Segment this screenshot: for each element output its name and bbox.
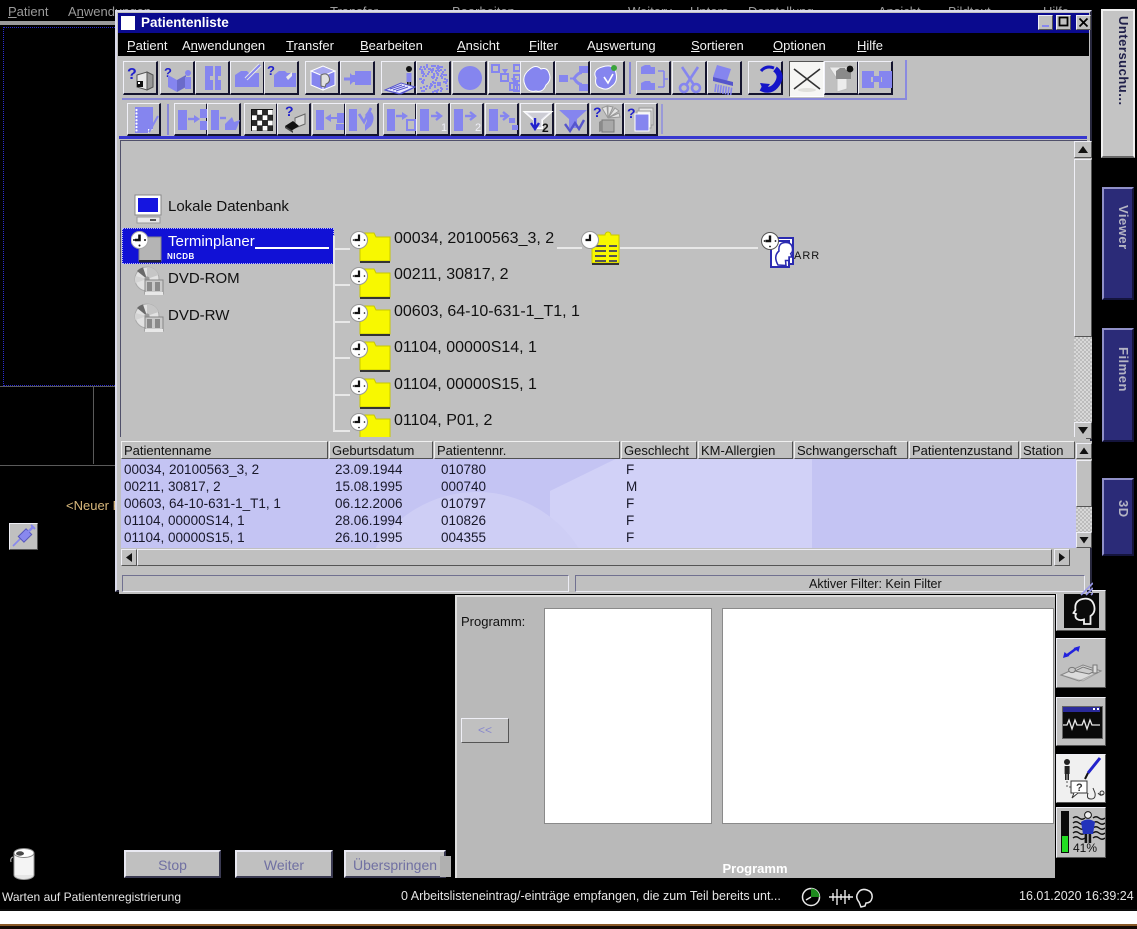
svg-text:?: ? [267, 63, 275, 78]
svg-text:?: ? [1076, 782, 1083, 794]
svg-text:?: ? [285, 104, 294, 119]
svg-text:2: 2 [475, 122, 481, 134]
svg-text:?: ? [593, 104, 602, 120]
svg-text:2: 2 [542, 121, 549, 135]
svg-text:?: ? [127, 66, 137, 83]
svg-text:1: 1 [441, 122, 447, 134]
svg-text:?: ? [627, 105, 636, 121]
